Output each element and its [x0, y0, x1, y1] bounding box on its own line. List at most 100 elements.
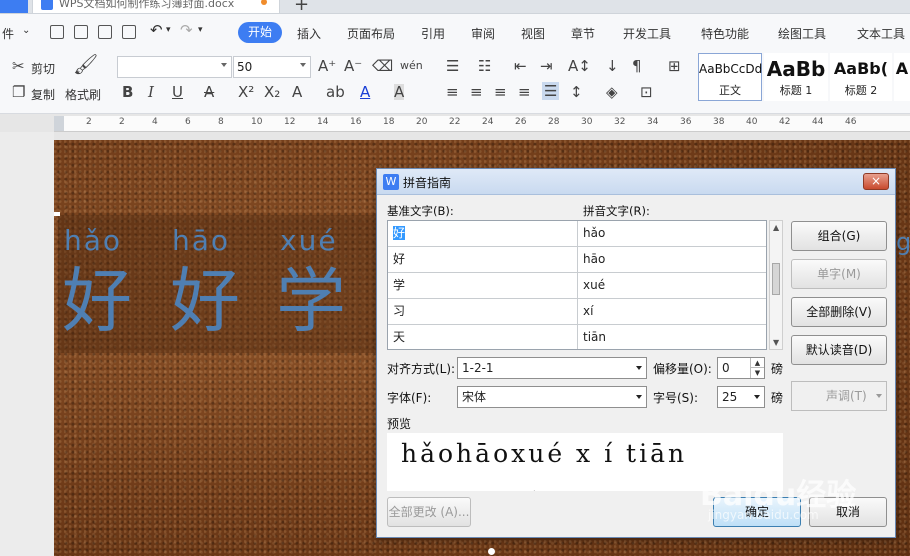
print-preview-icon[interactable] — [122, 25, 136, 39]
change-all-button[interactable]: 全部更改 (A)... — [387, 497, 471, 527]
print-icon[interactable] — [98, 25, 112, 39]
menu-section[interactable]: 章节 — [571, 25, 595, 42]
doc-pinyin-2[interactable]: hāo — [172, 224, 230, 257]
show-marks-icon[interactable]: ¶ — [632, 58, 642, 74]
ruby-text-cell[interactable]: hǎo — [578, 221, 766, 247]
base-text-cell[interactable]: 习 — [388, 299, 578, 325]
format-painter-button[interactable]: 格式刷 — [65, 86, 101, 103]
shading-icon[interactable]: ◈ — [606, 84, 618, 100]
new-tab-button[interactable]: + — [294, 0, 309, 13]
highlight-icon[interactable]: ab — [326, 84, 345, 100]
app-tab[interactable] — [0, 0, 28, 13]
scroll-up-icon[interactable]: ▲ — [773, 223, 779, 232]
menu-developer-tools[interactable]: 开发工具 — [623, 25, 671, 42]
undo-icon[interactable]: ↶ — [150, 21, 163, 39]
table-borders-icon[interactable]: ⊞ — [668, 58, 681, 74]
strikethrough-icon[interactable]: A — [204, 84, 214, 100]
menu-file[interactable]: 件 — [2, 25, 14, 42]
doc-pinyin-partial[interactable]: g — [896, 228, 910, 256]
clear-format-icon[interactable]: ⌫ — [372, 58, 393, 74]
numbered-list-icon[interactable]: ☷ — [478, 58, 491, 74]
menu-view[interactable]: 视图 — [521, 25, 545, 42]
ruby-text-cell[interactable]: xí — [578, 299, 766, 325]
style-heading-1[interactable]: AaBb 标题 1 — [764, 53, 828, 101]
align-right-icon[interactable]: ≡ — [494, 84, 507, 100]
borders-icon[interactable]: ⊡ — [640, 84, 653, 100]
base-text-cell[interactable]: 天 — [388, 325, 578, 349]
menu-start[interactable]: 开始 — [238, 22, 282, 43]
default-reading-button[interactable]: 默认读音(D) — [791, 335, 887, 365]
single-char-button[interactable]: 单字(M) — [791, 259, 887, 289]
document-tab[interactable]: WPS文档如何制作练习簿封面.docx — [32, 0, 280, 13]
menu-insert[interactable]: 插入 — [297, 25, 321, 42]
size-select[interactable]: 25 — [717, 386, 765, 408]
tone-select[interactable]: 声调(T) — [791, 381, 887, 411]
increase-indent-icon[interactable]: ⇥ — [540, 58, 553, 74]
font-size-combo[interactable]: 50 — [233, 56, 311, 78]
doc-hanzi-1[interactable]: 好 — [62, 256, 132, 346]
doc-pinyin-1[interactable]: hǎo — [64, 224, 122, 257]
menu-review[interactable]: 审阅 — [471, 25, 495, 42]
menu-text-tools[interactable]: 文本工具 — [857, 25, 905, 42]
delete-all-button[interactable]: 全部删除(V) — [791, 297, 887, 327]
bullet-list-icon[interactable]: ☰ — [446, 58, 459, 74]
style-heading-3[interactable]: A — [894, 53, 910, 101]
menu-special-features[interactable]: 特色功能 — [701, 25, 749, 42]
align-left-icon[interactable]: ≡ — [446, 84, 459, 100]
align-select[interactable]: 1-2-1 — [457, 357, 647, 379]
font-select[interactable]: 宋体 — [457, 386, 647, 408]
doc-hanzi-2[interactable]: 好 — [170, 256, 240, 346]
scroll-down-icon[interactable]: ▼ — [773, 338, 779, 347]
base-text-cell[interactable]: 学 — [388, 273, 578, 299]
bold-icon[interactable]: B — [122, 84, 133, 100]
superscript-icon[interactable]: X² — [238, 84, 254, 100]
group-button[interactable]: 组合(G) — [791, 221, 887, 251]
page-handle[interactable] — [488, 548, 495, 555]
subscript-icon[interactable]: X₂ — [264, 84, 280, 100]
undo-dropdown-icon[interactable]: ▾ — [166, 25, 171, 35]
ruby-text-cell[interactable]: xué — [578, 273, 766, 299]
export-pdf-icon[interactable] — [74, 25, 88, 39]
offset-stepper[interactable]: 0 ▲ ▼ — [717, 357, 765, 379]
italic-icon[interactable]: I — [148, 84, 154, 100]
justify-icon[interactable]: ≡ — [518, 84, 531, 100]
copy-button[interactable]: 复制 — [31, 86, 55, 103]
menu-page-layout[interactable]: 页面布局 — [347, 25, 395, 42]
sort-icon[interactable]: ↓ — [606, 58, 619, 74]
format-painter-icon[interactable]: 🖌 — [73, 54, 98, 74]
shrink-font-icon[interactable]: A⁻ — [344, 58, 362, 74]
file-menu-chevron-icon[interactable]: ⌄ — [22, 25, 30, 36]
redo-icon[interactable]: ↷ — [180, 21, 193, 39]
character-shading-icon[interactable]: A — [394, 84, 405, 100]
line-spacing-icon[interactable]: ↕ — [570, 84, 583, 100]
menu-references[interactable]: 引用 — [421, 25, 445, 42]
scroll-thumb[interactable] — [772, 263, 780, 295]
base-text-cell[interactable]: 好 — [388, 221, 578, 247]
text-effect-icon[interactable]: A — [292, 84, 302, 100]
align-center-icon[interactable]: ≡ — [470, 84, 483, 100]
doc-pinyin-3[interactable]: xué — [280, 224, 338, 257]
font-name-combo[interactable] — [117, 56, 232, 78]
horizontal-ruler[interactable]: 2 2 4 6 8 10 12 14 16 18 20 22 24 26 28 30 32 34 36 38 40 42 4… — [54, 116, 910, 132]
style-heading-2[interactable]: AaBb( 标题 2 — [830, 53, 892, 101]
scissors-icon[interactable]: ✂ — [12, 58, 25, 74]
ruby-text-cell[interactable]: hāo — [578, 247, 766, 273]
grid-scrollbar[interactable]: ▲ ▼ — [769, 220, 783, 350]
underline-icon[interactable]: U — [172, 84, 183, 100]
base-text-cell[interactable]: 好 — [388, 247, 578, 273]
dialog-title-bar[interactable]: W 拼音指南 × — [377, 169, 895, 195]
cut-button[interactable]: 剪切 — [31, 60, 55, 77]
ruby-text-cell[interactable]: tiān — [578, 325, 766, 349]
phonetic-guide-icon[interactable]: wén — [400, 58, 423, 74]
decrement-icon[interactable]: ▼ — [750, 368, 764, 378]
copy-icon[interactable]: ❐ — [12, 84, 25, 100]
style-normal[interactable]: AaBbCcDd 正文 — [698, 53, 762, 101]
close-button[interactable]: × — [863, 173, 889, 190]
grow-font-icon[interactable]: A⁺ — [318, 58, 336, 74]
save-icon[interactable] — [50, 25, 64, 39]
decrease-indent-icon[interactable]: ⇤ — [514, 58, 527, 74]
menu-drawing-tools[interactable]: 绘图工具 — [778, 25, 826, 42]
doc-hanzi-3[interactable]: 学 — [276, 256, 346, 346]
distributed-align-icon[interactable]: ☰ — [542, 82, 560, 100]
font-color-icon[interactable]: A — [360, 84, 370, 100]
